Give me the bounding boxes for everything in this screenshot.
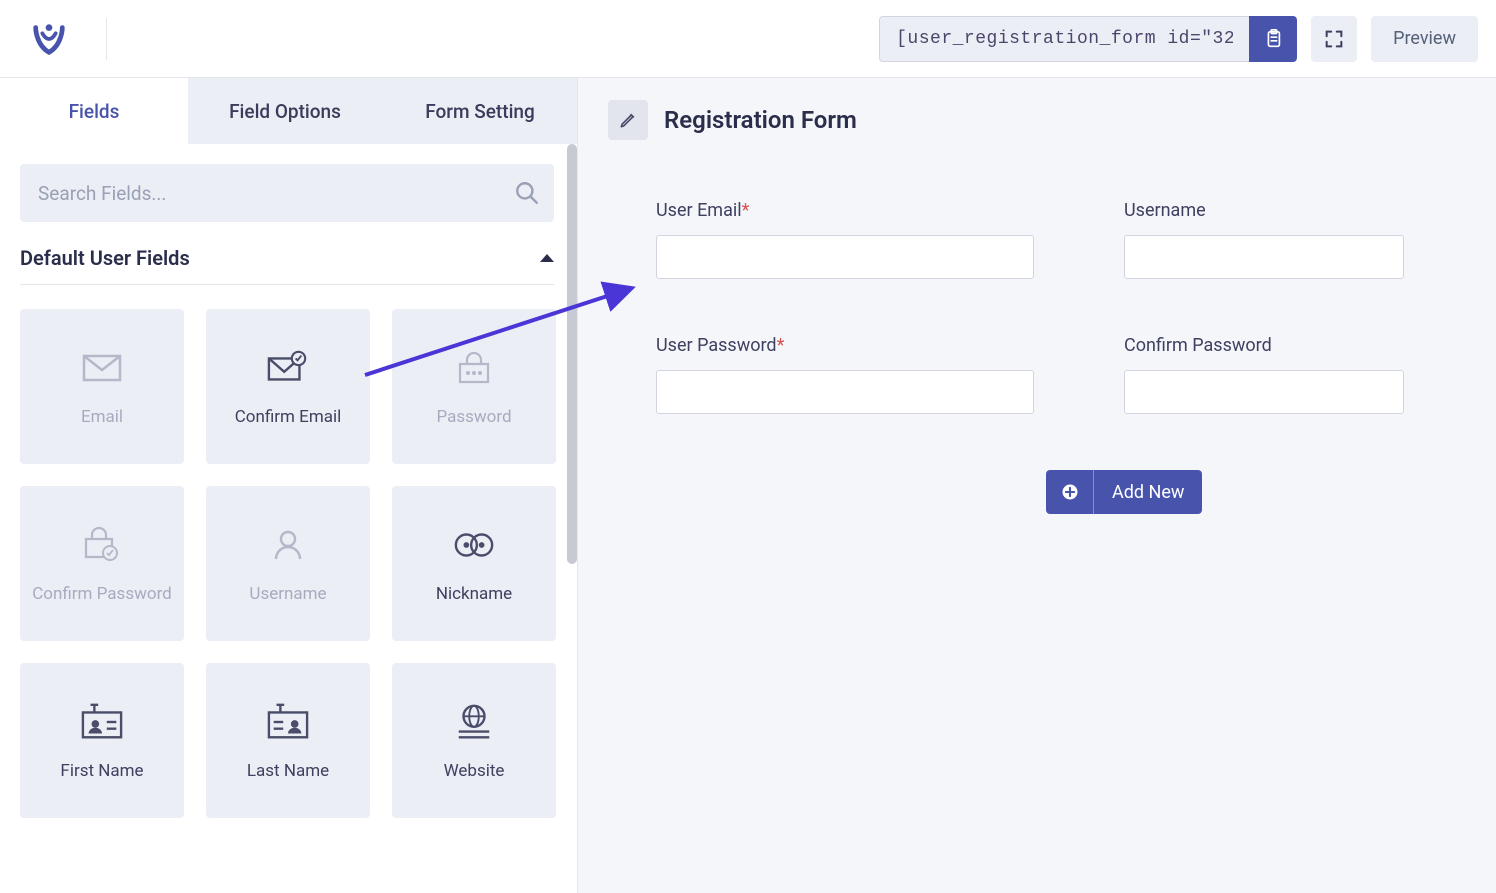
clipboard-icon	[1262, 28, 1284, 50]
field-card-password[interactable]: Password	[392, 309, 556, 464]
username-icon	[267, 524, 309, 566]
field-card-confirm-password[interactable]: Confirm Password	[20, 486, 184, 641]
field-card-nickname[interactable]: Nickname	[392, 486, 556, 641]
email-icon	[81, 347, 123, 389]
topbar: Preview	[0, 0, 1496, 78]
tab-fields[interactable]: Fields	[0, 78, 188, 144]
form-field-confirm-password[interactable]: Confirm Password	[1124, 335, 1404, 414]
form-label: Confirm Password	[1124, 335, 1404, 356]
form-label: User Email*	[656, 200, 1034, 221]
sidebar: Fields Field Options Form Setting Defaul…	[0, 78, 578, 893]
add-new-button[interactable]: Add New	[1046, 470, 1202, 514]
chevron-up-icon	[540, 254, 554, 262]
field-label: Website	[444, 761, 505, 781]
sidebar-tabs: Fields Field Options Form Setting	[0, 78, 577, 144]
form-row: User Password* Confirm Password	[656, 335, 1496, 414]
field-card-last-name[interactable]: Last Name	[206, 663, 370, 818]
label-text: User Email	[656, 200, 742, 221]
confirm-password-icon	[81, 524, 123, 566]
preview-button[interactable]: Preview	[1371, 16, 1478, 62]
field-label: Username	[249, 584, 326, 604]
plus-circle-icon	[1060, 482, 1080, 502]
main: Fields Field Options Form Setting Defaul…	[0, 78, 1496, 893]
form-row: User Email* Username	[656, 200, 1496, 279]
field-card-first-name[interactable]: First Name	[20, 663, 184, 818]
first-name-icon	[81, 701, 123, 743]
confirm-email-icon	[267, 347, 309, 389]
field-grid: Email Confirm Email	[20, 309, 554, 838]
confirm-password-input[interactable]	[1124, 370, 1404, 414]
sidebar-content: Default User Fields Email	[0, 144, 577, 893]
field-label: Email	[81, 407, 123, 427]
field-card-email[interactable]: Email	[20, 309, 184, 464]
form-label: User Password*	[656, 335, 1034, 356]
tab-field-options[interactable]: Field Options	[188, 78, 383, 144]
form-title-row: Registration Form	[608, 100, 1496, 140]
form-field-user-email[interactable]: User Email*	[656, 200, 1034, 279]
pencil-icon	[618, 110, 638, 130]
search-input[interactable]	[20, 164, 554, 222]
section-default-user-fields[interactable]: Default User Fields	[20, 246, 554, 285]
field-card-confirm-email[interactable]: Confirm Email	[206, 309, 370, 464]
copy-shortcode-button[interactable]	[1249, 16, 1297, 62]
field-label: Last Name	[247, 761, 329, 781]
tab-label: Form Setting	[425, 100, 535, 123]
form-field-username[interactable]: Username	[1124, 200, 1404, 279]
form-field-user-password[interactable]: User Password*	[656, 335, 1034, 414]
label-text: User Password	[656, 335, 777, 356]
field-card-website[interactable]: Website	[392, 663, 556, 818]
shortcode-group	[879, 16, 1297, 62]
password-icon	[453, 347, 495, 389]
field-label: Nickname	[436, 584, 512, 604]
tab-label: Field Options	[229, 100, 341, 123]
preview-button-label: Preview	[1393, 28, 1456, 49]
nickname-icon	[453, 524, 495, 566]
form-canvas: Registration Form User Email* Username U…	[578, 78, 1496, 893]
field-label: Confirm Email	[235, 407, 342, 427]
form-body: User Email* Username User Password* Conf…	[608, 140, 1496, 514]
search-wrap	[20, 164, 554, 222]
add-new-label: Add New	[1094, 482, 1202, 503]
last-name-icon	[267, 701, 309, 743]
form-label: Username	[1124, 200, 1404, 221]
divider	[106, 18, 107, 60]
user-password-input[interactable]	[656, 370, 1034, 414]
tab-label: Fields	[69, 100, 120, 123]
fullscreen-icon	[1323, 28, 1345, 50]
field-label: Password	[436, 407, 511, 427]
form-title: Registration Form	[664, 106, 857, 134]
shortcode-input[interactable]	[879, 16, 1249, 62]
scrollbar-thumb[interactable]	[567, 144, 577, 564]
label-text: Username	[1124, 200, 1206, 221]
add-new-icon-wrap	[1046, 470, 1094, 514]
logo-icon	[30, 20, 68, 58]
website-icon	[453, 701, 495, 743]
required-star-icon: *	[777, 335, 785, 356]
fullscreen-button[interactable]	[1311, 16, 1357, 62]
username-input[interactable]	[1124, 235, 1404, 279]
required-star-icon: *	[742, 200, 750, 221]
label-text: Confirm Password	[1124, 335, 1272, 356]
field-label: Confirm Password	[32, 584, 172, 604]
edit-title-button[interactable]	[608, 100, 648, 140]
section-title: Default User Fields	[20, 246, 190, 270]
user-email-input[interactable]	[656, 235, 1034, 279]
tab-form-setting[interactable]: Form Setting	[383, 78, 577, 144]
logo	[30, 18, 107, 60]
field-label: First Name	[60, 761, 143, 781]
field-card-username[interactable]: Username	[206, 486, 370, 641]
